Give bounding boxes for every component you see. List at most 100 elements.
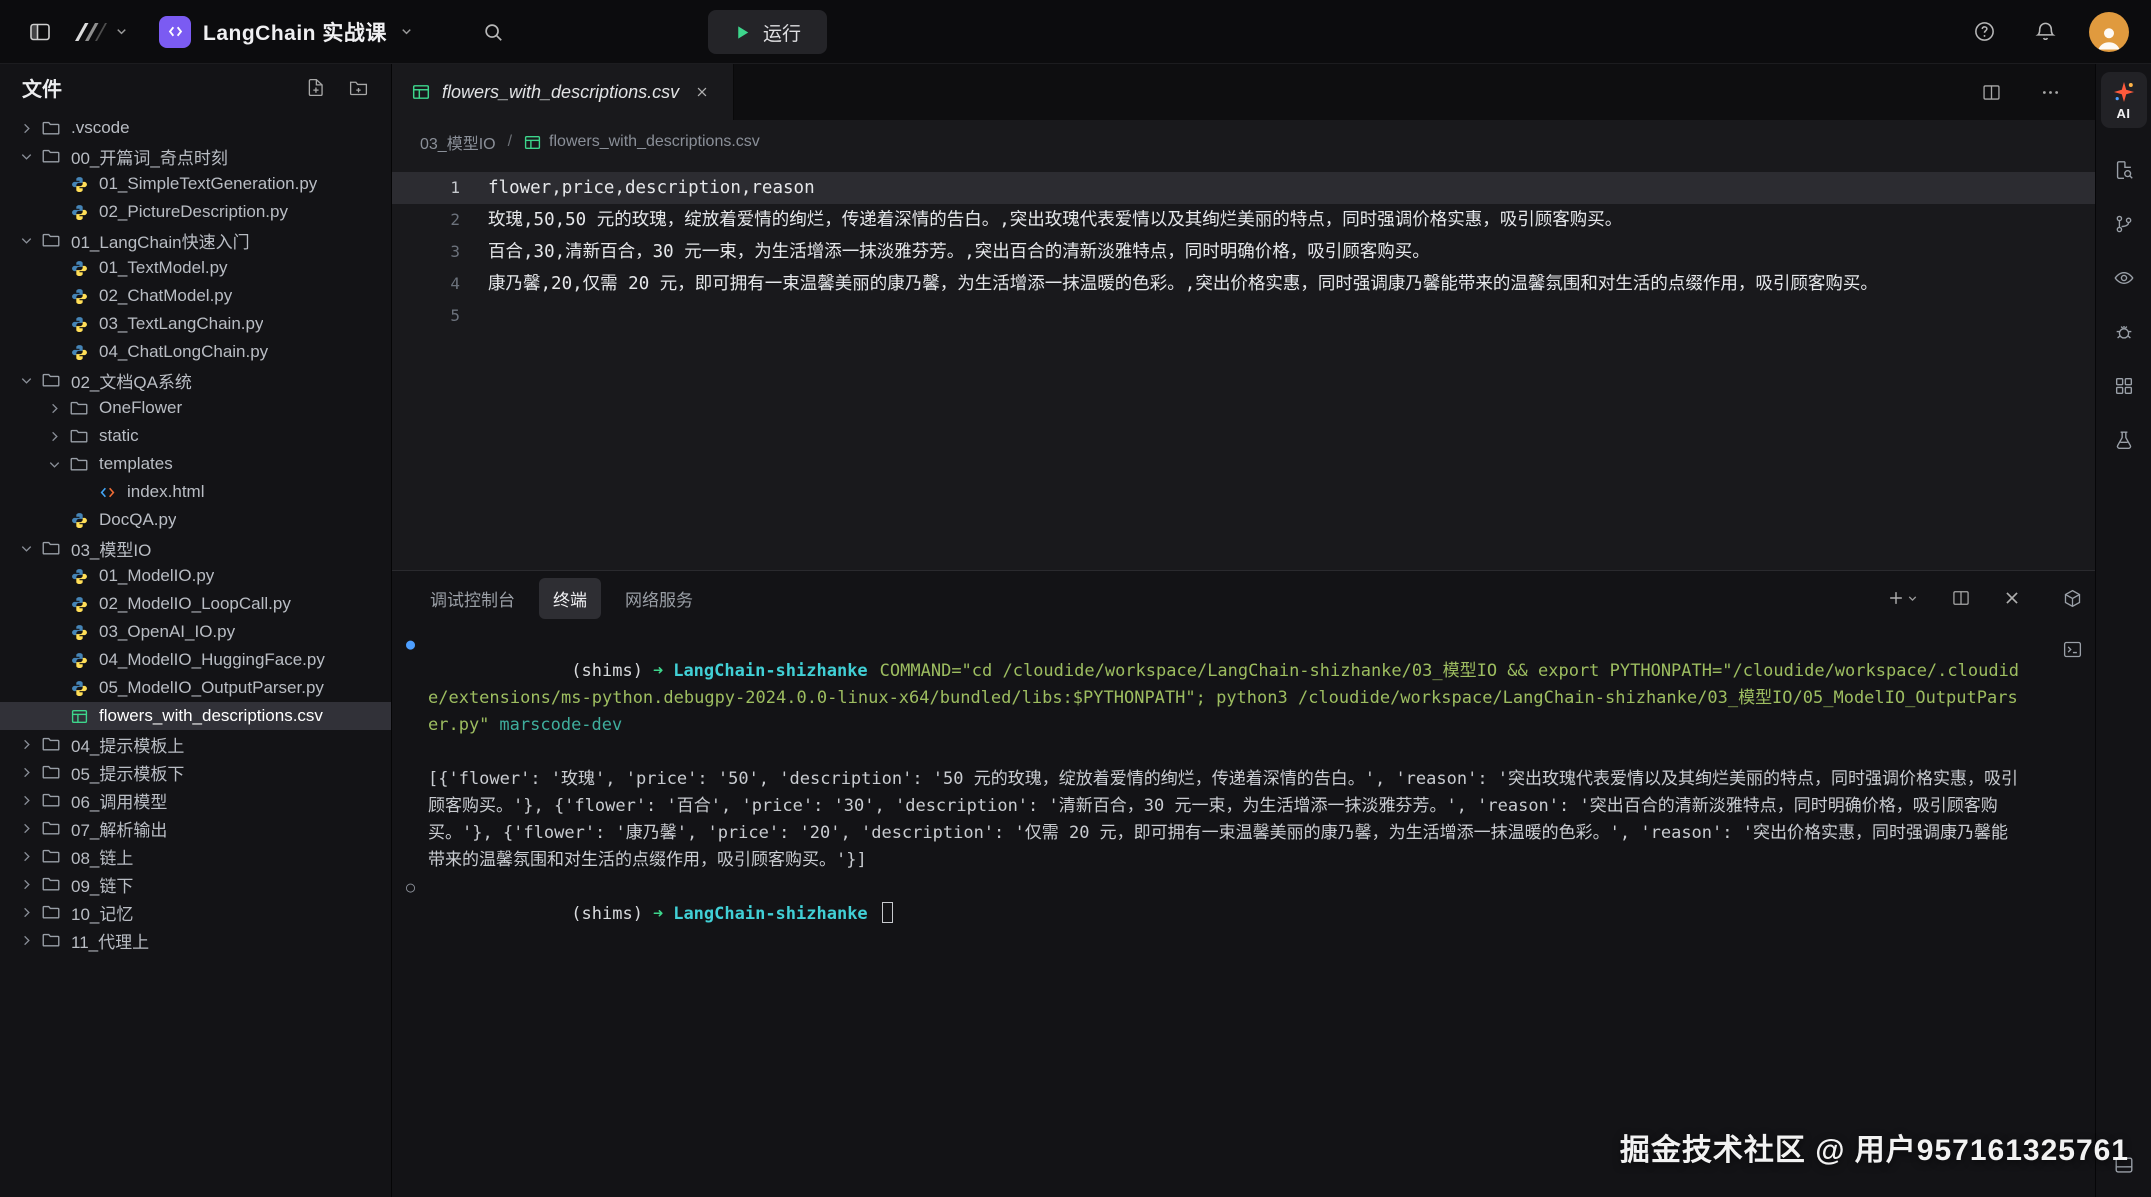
chevron-right-icon: [14, 821, 38, 836]
file-search-button[interactable]: [2108, 154, 2140, 186]
tree-folder-04_提示模板上[interactable]: 04_提示模板上: [0, 730, 391, 758]
more-actions-button[interactable]: [2034, 76, 2067, 109]
run-button[interactable]: 运行: [708, 10, 827, 54]
prompt-arrow: ➜: [653, 904, 663, 924]
editor-code[interactable]: 1flower,price,description,reason2玫瑰,50,5…: [392, 164, 2095, 570]
flask-icon: [2113, 429, 2135, 451]
breadcrumb-file[interactable]: flowers_with_descriptions.csv: [524, 133, 760, 151]
tree-folder-11_代理上[interactable]: 11_代理上: [0, 926, 391, 954]
tab-close-button[interactable]: [691, 81, 713, 103]
editor-line-2[interactable]: 2玫瑰,50,50 元的玫瑰，绽放着爱情的绚烂，传递着深情的告白。,突出玫瑰代表…: [392, 204, 2095, 236]
ide-window: LangChain 实战课 运行 文件: [0, 0, 2151, 1197]
editor-line-4[interactable]: 4康乃馨,20,仅需 20 元，即可拥有一束温馨美丽的康乃馨，为生活增添一抹温暖…: [392, 268, 2095, 300]
extensions-button[interactable]: [2108, 370, 2140, 402]
bottom-panel: 调试控制台终端网络服务: [392, 570, 2095, 1197]
panel-tab-网络服务[interactable]: 网络服务: [611, 578, 707, 619]
split-panel-button[interactable]: [1947, 584, 1975, 612]
line-number: 3: [392, 236, 460, 268]
breadcrumb-folder[interactable]: 03_模型IO: [420, 130, 496, 154]
sidebar-toggle-button[interactable]: [22, 14, 58, 50]
tree-file-index.html[interactable]: index.html: [0, 478, 391, 506]
chevron-right-icon: [14, 121, 38, 136]
new-terminal-button[interactable]: [1882, 584, 1923, 612]
tree-folder-05_提示模板下[interactable]: 05_提示模板下: [0, 758, 391, 786]
bell-icon: [2034, 20, 2057, 43]
help-button[interactable]: [1967, 14, 2002, 49]
editor-line-1[interactable]: 1flower,price,description,reason: [392, 172, 2095, 204]
tree-file-03_TextLangChain.py[interactable]: 03_TextLangChain.py: [0, 310, 391, 338]
tree-file-04_ModelIO_HuggingFace.py[interactable]: 04_ModelIO_HuggingFace.py: [0, 646, 391, 674]
right-activity-bar: AI: [2095, 64, 2151, 1197]
tree-file-01_ModelIO.py[interactable]: 01_ModelIO.py: [0, 562, 391, 590]
testing-button[interactable]: [2108, 424, 2140, 456]
panel-tab-终端[interactable]: 终端: [539, 578, 601, 619]
tree-folder-10_记忆[interactable]: 10_记忆: [0, 898, 391, 926]
chevron-right-icon: [14, 737, 38, 752]
close-panel-button[interactable]: [1999, 585, 2025, 611]
file-label: flowers_with_descriptions.csv: [99, 706, 323, 726]
tree-folder-03_模型IO[interactable]: 03_模型IO: [0, 534, 391, 562]
tree-folder-07_解析输出[interactable]: 07_解析输出: [0, 814, 391, 842]
chevron-down-icon: [14, 373, 38, 388]
folder-icon: [38, 371, 64, 389]
split-editor-button[interactable]: [1975, 76, 2008, 109]
search-button[interactable]: [476, 15, 510, 49]
tree-file-01_SimpleTextGeneration.py[interactable]: 01_SimpleTextGeneration.py: [0, 170, 391, 198]
cube-icon: [2062, 588, 2083, 609]
editor-tabbar: flowers_with_descriptions.csv: [392, 64, 2095, 120]
breadcrumb-separator: /: [508, 133, 512, 151]
tree-file-04_ChatLongChain.py[interactable]: 04_ChatLongChain.py: [0, 338, 391, 366]
prompt-directory: LangChain-shizhanke: [673, 661, 867, 681]
console-button[interactable]: [2057, 634, 2088, 665]
tree-folder-02_文档QA系统[interactable]: 02_文档QA系统: [0, 366, 391, 394]
tree-folder-09_链下[interactable]: 09_链下: [0, 870, 391, 898]
editor-tab-flowers-csv[interactable]: flowers_with_descriptions.csv: [392, 64, 734, 120]
chevron-down-icon: [14, 149, 38, 164]
project-name: LangChain 实战课: [203, 17, 387, 47]
tree-folder-.vscode[interactable]: .vscode: [0, 114, 391, 142]
preview-button[interactable]: [2108, 262, 2140, 294]
tree-folder-templates[interactable]: templates: [0, 450, 391, 478]
tree-file-02_ModelIO_LoopCall.py[interactable]: 02_ModelIO_LoopCall.py: [0, 590, 391, 618]
new-file-button[interactable]: [305, 77, 326, 98]
folder-icon: [38, 791, 64, 809]
tree-folder-00_开篇词_奇点时刻[interactable]: 00_开篇词_奇点时刻: [0, 142, 391, 170]
tree-folder-08_链上[interactable]: 08_链上: [0, 842, 391, 870]
tree-file-03_OpenAI_IO.py[interactable]: 03_OpenAI_IO.py: [0, 618, 391, 646]
file-explorer-sidebar: 文件 .vscode00_开篇词_奇点时刻01_SimpleTextGenera…: [0, 64, 392, 1197]
tree-folder-static[interactable]: static: [0, 422, 391, 450]
editor-line-5[interactable]: 5: [392, 300, 2095, 332]
python-icon: [66, 680, 92, 697]
file-label: templates: [99, 454, 173, 474]
tree-file-flowers_with_descriptions.csv[interactable]: flowers_with_descriptions.csv: [0, 702, 391, 730]
tree-file-01_TextModel.py[interactable]: 01_TextModel.py: [0, 254, 391, 282]
project-switcher[interactable]: LangChain 实战课: [159, 16, 414, 48]
prompt-idle-dot-icon: ○: [406, 874, 415, 901]
tree-folder-06_调用模型[interactable]: 06_调用模型: [0, 786, 391, 814]
terminal[interactable]: ●(shims)➜LangChain-shizhankeCOMMAND="cd …: [392, 625, 2049, 1197]
chevron-right-icon: [42, 429, 66, 444]
editor-line-3[interactable]: 3百合,30,清新百合，30 元一束，为生活增添一抹淡雅芬芳。,突出百合的清新淡…: [392, 236, 2095, 268]
notifications-button[interactable]: [2028, 14, 2063, 49]
avatar[interactable]: [2089, 12, 2129, 52]
tree-file-05_ModelIO_OutputParser.py[interactable]: 05_ModelIO_OutputParser.py: [0, 674, 391, 702]
layout-toggle-button[interactable]: [2108, 1149, 2140, 1181]
prompt-env: (shims): [571, 904, 643, 924]
tree-file-02_PictureDescription.py[interactable]: 02_PictureDescription.py: [0, 198, 391, 226]
line-content: 百合,30,清新百合，30 元一束，为生活增添一抹淡雅芬芳。,突出百合的清新淡雅…: [460, 236, 1430, 268]
python-icon: [66, 624, 92, 641]
debug-button[interactable]: [2108, 316, 2140, 348]
new-folder-button[interactable]: [348, 77, 369, 98]
dependencies-button[interactable]: [2057, 583, 2088, 614]
source-control-button[interactable]: [2108, 208, 2140, 240]
folder-icon: [38, 931, 64, 949]
folder-icon: [38, 539, 64, 557]
panel-tab-调试控制台[interactable]: 调试控制台: [416, 578, 529, 619]
tree-file-02_ChatModel.py[interactable]: 02_ChatModel.py: [0, 282, 391, 310]
tree-folder-OneFlower[interactable]: OneFlower: [0, 394, 391, 422]
file-label: 05_ModelIO_OutputParser.py: [99, 678, 324, 698]
app-logo-menu[interactable]: [72, 19, 129, 45]
tree-file-DocQA.py[interactable]: DocQA.py: [0, 506, 391, 534]
ai-assistant-button[interactable]: AI: [2101, 72, 2147, 128]
tree-folder-01_LangChain快速入门[interactable]: 01_LangChain快速入门: [0, 226, 391, 254]
